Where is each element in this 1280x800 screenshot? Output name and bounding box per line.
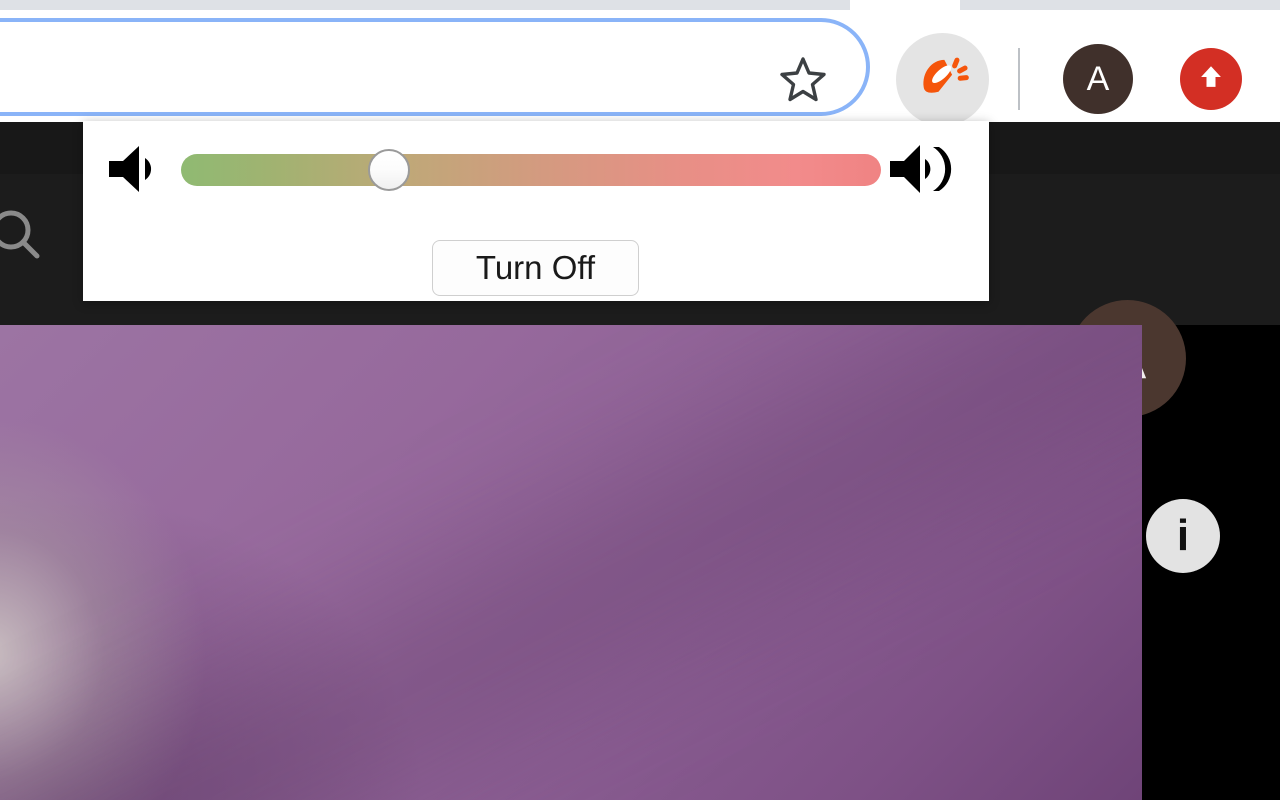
- turn-off-button[interactable]: Turn Off: [432, 240, 639, 296]
- speaker-low-icon[interactable]: [105, 141, 169, 197]
- info-icon-glyph: i: [1176, 511, 1190, 560]
- extension-button-volume-booster[interactable]: [896, 33, 989, 126]
- upward-arrow-icon: [1193, 59, 1229, 100]
- update-button[interactable]: [1180, 48, 1242, 110]
- search-icon[interactable]: [0, 204, 46, 266]
- screen: A i: [0, 0, 1280, 800]
- profile-initial: A: [1086, 59, 1110, 98]
- hero-background-image: [0, 325, 1142, 800]
- address-bar[interactable]: [0, 18, 870, 116]
- speaker-high-icon[interactable]: [888, 139, 958, 199]
- browser-chrome: A: [0, 0, 1280, 126]
- volume-slider[interactable]: [181, 149, 881, 191]
- extension-popup-volume-booster: Turn Off: [83, 121, 989, 301]
- browser-toolbar: A: [0, 10, 1280, 126]
- volume-slider-thumb[interactable]: [368, 149, 410, 191]
- toolbar-divider: [1018, 48, 1020, 110]
- megaphone-icon: [915, 49, 971, 110]
- profile-avatar[interactable]: A: [1063, 44, 1133, 114]
- bookmark-star-icon[interactable]: [772, 48, 834, 110]
- info-icon[interactable]: i: [1146, 499, 1220, 573]
- hero-diagonal-shade: [0, 325, 1142, 800]
